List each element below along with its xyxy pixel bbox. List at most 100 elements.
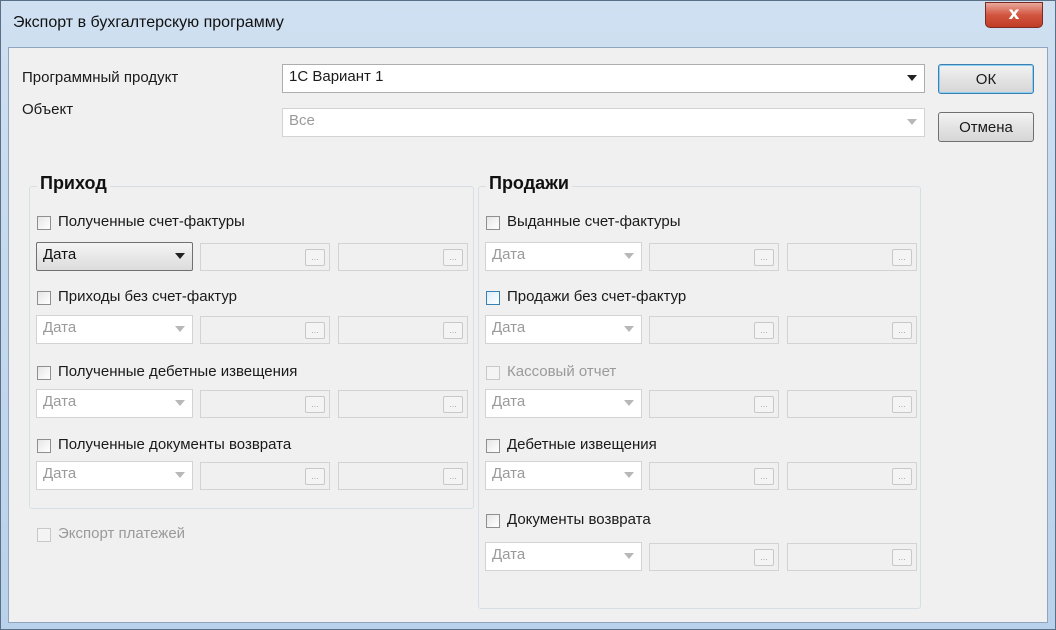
issued-invoices-checkbox[interactable] bbox=[486, 216, 500, 230]
ellipsis-icon: ... bbox=[449, 471, 457, 481]
received-returns-checkbox[interactable] bbox=[37, 439, 51, 453]
chevron-down-icon bbox=[624, 400, 634, 406]
ellipsis-button[interactable]: ... bbox=[305, 468, 325, 485]
sales-no-invoice-date-select[interactable]: Дата bbox=[485, 315, 642, 344]
cash-report-date-select[interactable]: Дата bbox=[485, 389, 642, 418]
ellipsis-icon: ... bbox=[760, 325, 768, 335]
date-select-value: Дата bbox=[492, 246, 526, 263]
received-debit-notes-label: Полученные дебетные извещения bbox=[58, 363, 298, 380]
object-label: Объект bbox=[22, 101, 74, 118]
cancel-button-label: Отмена bbox=[959, 119, 1013, 136]
sales-no-invoice-from-field[interactable]: ... bbox=[649, 316, 779, 344]
ok-button-label: ОК bbox=[975, 71, 997, 88]
ellipsis-icon: ... bbox=[311, 471, 319, 481]
sales-no-invoice-to-field[interactable]: ... bbox=[787, 316, 917, 344]
ellipsis-button[interactable]: ... bbox=[892, 249, 912, 266]
ellipsis-button[interactable]: ... bbox=[305, 396, 325, 413]
income-no-invoice-checkbox[interactable] bbox=[37, 291, 51, 305]
cash-report-from-field[interactable]: ... bbox=[649, 390, 779, 418]
ellipsis-icon: ... bbox=[898, 552, 906, 562]
debit-notes-to-field[interactable]: ... bbox=[787, 462, 917, 490]
ellipsis-icon: ... bbox=[311, 325, 319, 335]
dialog-client-area: Программный продукт 1С Вариант 1 Объект … bbox=[8, 47, 1048, 623]
income-no-invoice-label: Приходы без счет-фактур bbox=[58, 288, 238, 305]
export-payments-checkbox[interactable] bbox=[37, 528, 51, 542]
ellipsis-button[interactable]: ... bbox=[892, 468, 912, 485]
cash-report-checkbox[interactable] bbox=[486, 366, 500, 380]
chevron-down-icon bbox=[624, 253, 634, 259]
debit-notes-from-field[interactable]: ... bbox=[649, 462, 779, 490]
received-debit-notes-date-select[interactable]: Дата bbox=[36, 389, 193, 418]
export-dialog-window: Экспорт в бухгалтерскую программу x Прог… bbox=[0, 0, 1056, 630]
title-bar[interactable]: Экспорт в бухгалтерскую программу x bbox=[1, 1, 1055, 47]
received-invoices-checkbox[interactable] bbox=[37, 216, 51, 230]
ellipsis-button[interactable]: ... bbox=[305, 322, 325, 339]
product-select[interactable]: 1С Вариант 1 bbox=[282, 64, 925, 93]
received-invoices-date-select[interactable]: Дата bbox=[36, 242, 193, 271]
chevron-down-icon bbox=[175, 400, 185, 406]
object-select-value: Все bbox=[289, 112, 315, 129]
return-documents-to-field[interactable]: ... bbox=[787, 543, 917, 571]
ellipsis-icon: ... bbox=[898, 399, 906, 409]
ellipsis-button[interactable]: ... bbox=[443, 468, 463, 485]
ellipsis-button[interactable]: ... bbox=[754, 249, 774, 266]
cash-report-to-field[interactable]: ... bbox=[787, 390, 917, 418]
income-no-invoice-from-field[interactable]: ... bbox=[200, 316, 330, 344]
received-returns-date-select[interactable]: Дата bbox=[36, 461, 193, 490]
issued-invoices-to-field[interactable]: ... bbox=[787, 243, 917, 271]
date-select-value: Дата bbox=[43, 465, 77, 482]
window-title: Экспорт в бухгалтерскую программу bbox=[13, 14, 284, 31]
chevron-down-icon bbox=[175, 472, 185, 478]
ellipsis-button[interactable]: ... bbox=[305, 249, 325, 266]
ellipsis-button[interactable]: ... bbox=[754, 322, 774, 339]
product-select-value: 1С Вариант 1 bbox=[289, 68, 384, 85]
date-select-value: Дата bbox=[492, 393, 526, 410]
export-payments-label: Экспорт платежей bbox=[58, 525, 186, 542]
income-no-invoice-to-field[interactable]: ... bbox=[338, 316, 468, 344]
issued-invoices-date-select[interactable]: Дата bbox=[485, 242, 642, 271]
ellipsis-button[interactable]: ... bbox=[754, 396, 774, 413]
income-no-invoice-date-select[interactable]: Дата bbox=[36, 315, 193, 344]
ellipsis-icon: ... bbox=[760, 552, 768, 562]
ellipsis-button[interactable]: ... bbox=[892, 549, 912, 566]
received-invoices-from-field[interactable]: ... bbox=[200, 243, 330, 271]
return-documents-label: Документы возврата bbox=[507, 511, 651, 528]
received-debit-notes-checkbox[interactable] bbox=[37, 366, 51, 380]
chevron-down-icon bbox=[907, 75, 917, 81]
debit-notes-date-select[interactable]: Дата bbox=[485, 461, 642, 490]
ellipsis-button[interactable]: ... bbox=[443, 249, 463, 266]
received-debit-notes-from-field[interactable]: ... bbox=[200, 390, 330, 418]
close-button[interactable]: x bbox=[985, 2, 1043, 28]
return-documents-date-select[interactable]: Дата bbox=[485, 542, 642, 571]
ellipsis-icon: ... bbox=[760, 252, 768, 262]
ellipsis-button[interactable]: ... bbox=[443, 396, 463, 413]
date-select-value: Дата bbox=[43, 319, 77, 336]
chevron-down-icon bbox=[907, 119, 917, 125]
ellipsis-icon: ... bbox=[898, 471, 906, 481]
ellipsis-button[interactable]: ... bbox=[443, 322, 463, 339]
ellipsis-icon: ... bbox=[760, 399, 768, 409]
received-invoices-to-field[interactable]: ... bbox=[338, 243, 468, 271]
received-returns-from-field[interactable]: ... bbox=[200, 462, 330, 490]
object-select[interactable]: Все bbox=[282, 108, 925, 137]
received-returns-to-field[interactable]: ... bbox=[338, 462, 468, 490]
ok-button[interactable]: ОК bbox=[938, 64, 1034, 94]
ellipsis-button[interactable]: ... bbox=[892, 322, 912, 339]
issued-invoices-from-field[interactable]: ... bbox=[649, 243, 779, 271]
return-documents-checkbox[interactable] bbox=[486, 514, 500, 528]
chevron-down-icon bbox=[624, 553, 634, 559]
ellipsis-button[interactable]: ... bbox=[892, 396, 912, 413]
date-select-value: Дата bbox=[43, 246, 77, 263]
chevron-down-icon bbox=[624, 326, 634, 332]
cash-report-label: Кассовый отчет bbox=[507, 363, 617, 380]
chevron-down-icon bbox=[624, 472, 634, 478]
debit-notes-checkbox[interactable] bbox=[486, 439, 500, 453]
ellipsis-button[interactable]: ... bbox=[754, 549, 774, 566]
received-invoices-label: Полученные счет-фактуры bbox=[58, 213, 245, 230]
debit-notes-label: Дебетные извещения bbox=[507, 436, 657, 453]
return-documents-from-field[interactable]: ... bbox=[649, 543, 779, 571]
received-debit-notes-to-field[interactable]: ... bbox=[338, 390, 468, 418]
cancel-button[interactable]: Отмена bbox=[938, 112, 1034, 142]
sales-no-invoice-checkbox[interactable] bbox=[486, 291, 500, 305]
ellipsis-button[interactable]: ... bbox=[754, 468, 774, 485]
